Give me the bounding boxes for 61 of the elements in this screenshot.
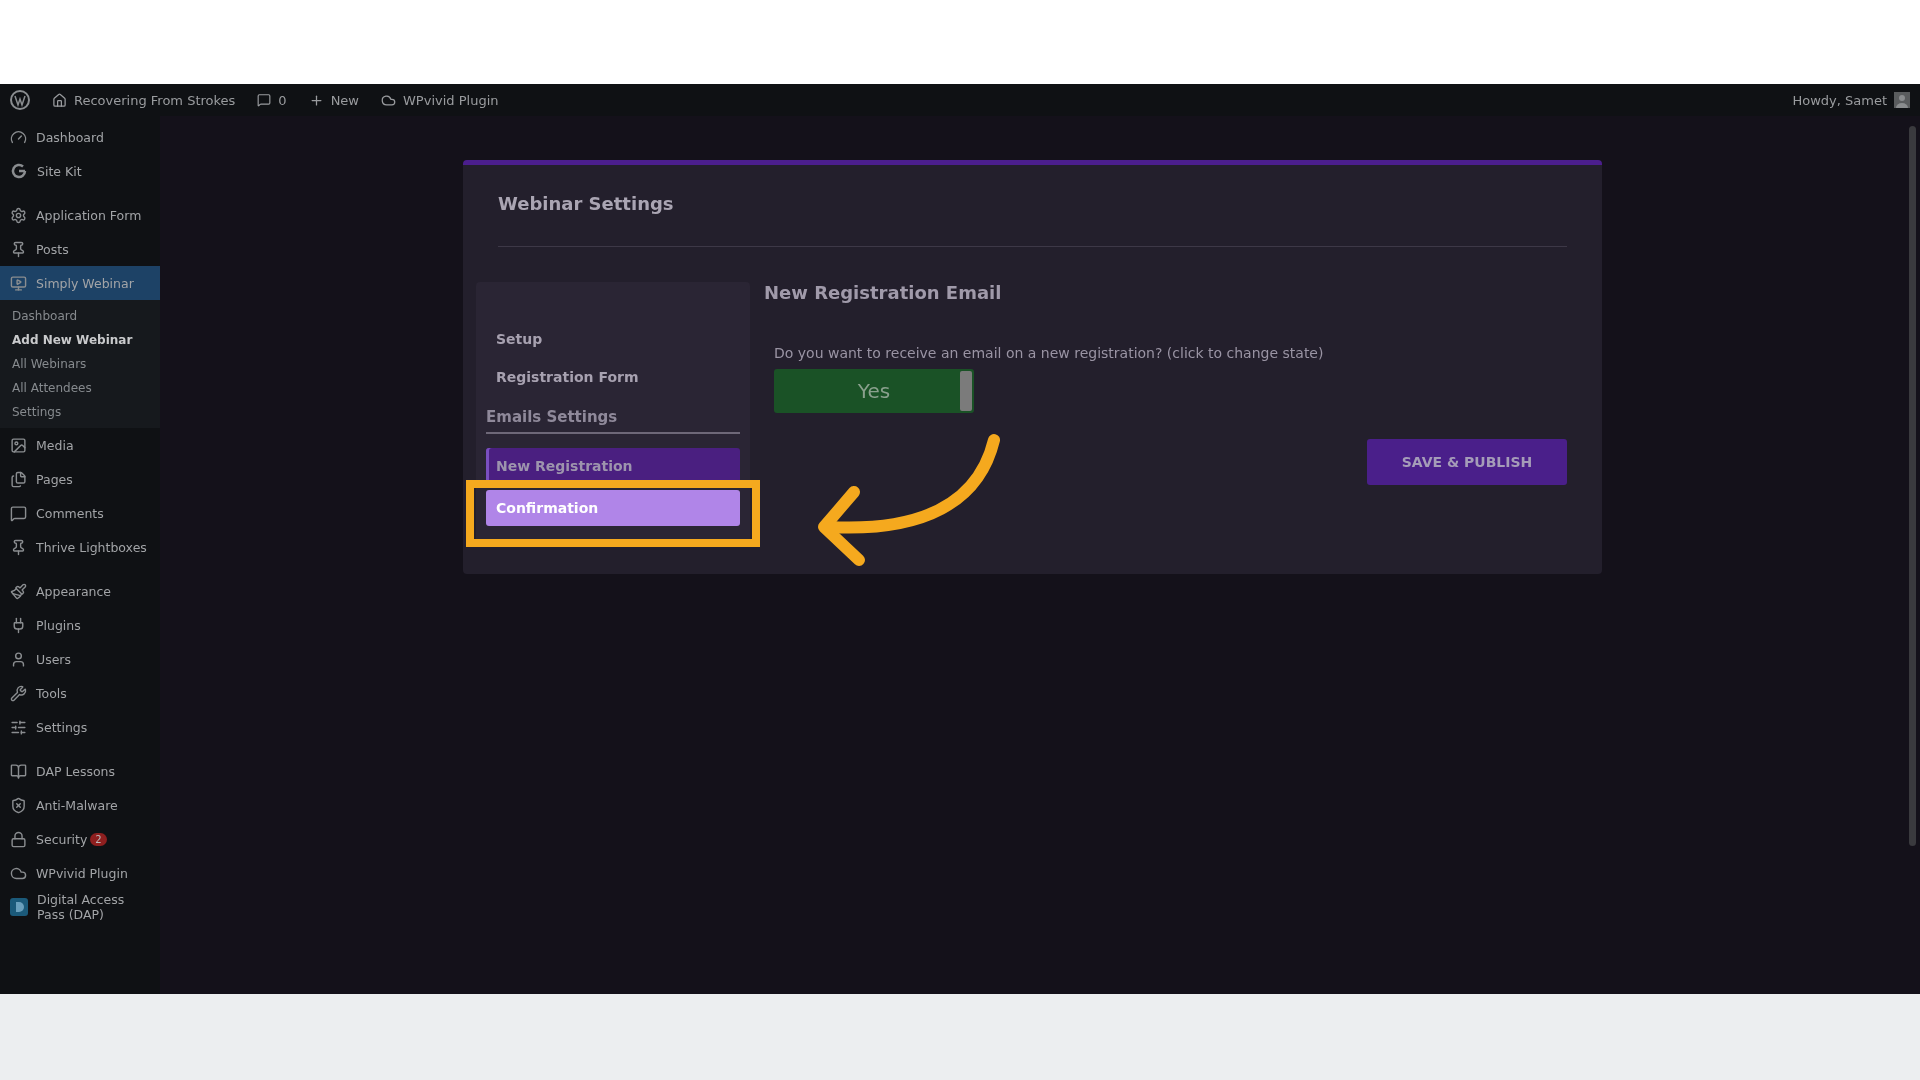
greeting-link[interactable]: Howdy, Samet <box>1792 92 1887 108</box>
sidebar-item[interactable]: DAP Lessons <box>0 754 160 788</box>
sidebar-item[interactable]: Site Kit <box>0 154 160 188</box>
gauge-icon <box>10 128 27 146</box>
sidebar-item[interactable]: Users <box>0 642 160 676</box>
sidebar-item[interactable]: Dashboard <box>0 120 160 154</box>
submenu-item[interactable]: Dashboard <box>0 304 160 328</box>
cloud-icon <box>381 92 396 108</box>
sidebar-item[interactable]: Thrive Lightboxes <box>0 530 160 564</box>
new-link[interactable]: New <box>330 92 359 108</box>
sidebar-item[interactable]: Settings <box>0 710 160 744</box>
comment-icon <box>10 504 27 522</box>
book-icon <box>10 762 27 780</box>
comment-count[interactable]: 0 <box>278 92 287 108</box>
avatar-icon <box>1894 92 1910 108</box>
google-g-icon <box>10 162 28 180</box>
shield-icon <box>10 796 27 814</box>
sidebar-item[interactable]: Plugins <box>0 608 160 642</box>
comment-icon <box>257 93 272 107</box>
sidebar-item[interactable]: Security 2 <box>0 822 160 856</box>
nav-link[interactable]: Setup <box>486 320 740 358</box>
sidebar-item[interactable]: Appearance <box>0 574 160 608</box>
nav-link[interactable]: Registration Form <box>486 358 740 396</box>
user-icon <box>10 650 27 668</box>
lock-icon <box>10 830 27 848</box>
sidebar-item[interactable]: Comments <box>0 496 160 530</box>
home-icon <box>52 92 67 108</box>
submenu-item[interactable]: All Attendees <box>0 376 160 400</box>
wordpress-logo-icon[interactable] <box>10 90 30 110</box>
sidebar-item[interactable]: Posts <box>0 232 160 266</box>
pin-icon <box>10 240 27 258</box>
sidebar-item[interactable]: Pages <box>0 462 160 496</box>
scrollbar[interactable] <box>1908 126 1916 846</box>
card-title: Webinar Settings <box>498 193 675 214</box>
question-text: Do you want to receive an email on a new registration? (click to change state) <box>774 345 1325 361</box>
plugin-link[interactable]: WPvivid Plugin <box>403 92 499 108</box>
sidebar-item[interactable]: Digital Access Pass (DAP) <box>0 890 160 924</box>
save-publish-button[interactable]: SAVE & PUBLISH <box>1367 439 1567 485</box>
sliders-icon <box>10 718 27 736</box>
plus-icon <box>308 92 324 108</box>
webinar-icon <box>10 274 27 292</box>
brush-icon <box>10 582 27 600</box>
media-icon <box>10 436 27 454</box>
pages-icon <box>10 470 27 488</box>
pin-icon <box>10 538 27 556</box>
sidebar-item[interactable]: WPvivid Plugin <box>0 856 160 890</box>
sidebar-item[interactable]: Media <box>0 428 160 462</box>
d-logo-icon <box>10 898 28 916</box>
sidebar-item[interactable]: Application Form <box>0 198 160 232</box>
wrench-icon <box>10 684 27 702</box>
sidebar-item[interactable]: Anti-Malware <box>0 788 160 822</box>
section-heading: Emails Settings <box>486 396 740 434</box>
gear-icon <box>10 206 27 224</box>
site-name-link[interactable]: Recovering From Strokes <box>74 92 236 108</box>
sidebar-item[interactable]: Tools <box>0 676 160 710</box>
count-badge: 2 <box>90 832 107 846</box>
sidebar-item[interactable]: Simply Webinar <box>0 266 160 300</box>
submenu-item[interactable]: Settings <box>0 400 160 424</box>
submenu-item[interactable]: Add New Webinar <box>0 328 160 352</box>
submenu-item[interactable]: All Webinars <box>0 352 160 376</box>
section-title: New Registration Email <box>764 282 1003 303</box>
